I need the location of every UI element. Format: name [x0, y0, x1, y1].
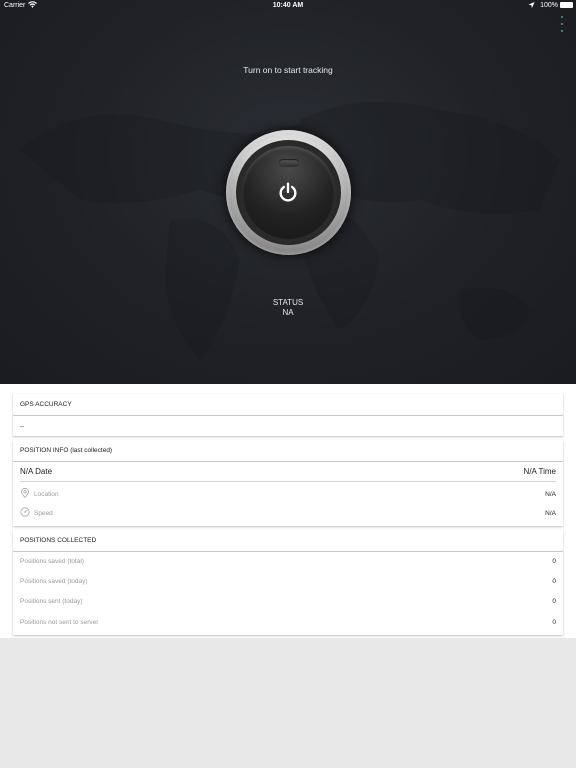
positions-row-label: Positions saved (total) — [20, 558, 84, 565]
position-time: N/A Time — [523, 467, 556, 476]
status-value: NA — [282, 308, 294, 317]
positions-row-value: 0 — [552, 558, 556, 565]
tracking-hero: Turn on to start tracking STATUS NA — [0, 0, 576, 384]
speed-label: Speed — [34, 510, 53, 517]
position-date: N/A Date — [20, 467, 53, 476]
positions-collected-card: POSITIONS COLLECTED Positions saved (tot… — [13, 530, 563, 635]
power-toggle-button[interactable] — [226, 130, 351, 255]
power-icon — [279, 182, 297, 202]
positions-row-value: 0 — [552, 578, 556, 585]
speedometer-icon — [20, 507, 30, 517]
speed-value: N/A — [545, 510, 556, 517]
gps-accuracy-value: -- — [20, 423, 25, 430]
tracking-details: GPS ACCURACY -- POSITION INFO (last coll… — [0, 384, 576, 638]
divider — [20, 481, 556, 482]
positions-row-label: Positions not sent to server — [20, 619, 99, 626]
power-indicator-light — [279, 159, 299, 167]
positions-row-label: Positions sent (today) — [20, 598, 83, 605]
gps-accuracy-card: GPS ACCURACY -- — [13, 394, 563, 436]
positions-row-label: Positions saved (today) — [20, 578, 88, 585]
status-label: STATUS — [272, 298, 304, 307]
tracking-prompt: Turn on to start tracking — [243, 65, 333, 75]
location-value: N/A — [545, 491, 556, 498]
location-label: Location — [34, 491, 59, 498]
battery-icon — [560, 2, 573, 8]
clock: 10:40 AM — [272, 2, 304, 9]
positions-collected-header: POSITIONS COLLECTED — [20, 537, 97, 544]
gps-accuracy-header: GPS ACCURACY — [20, 401, 72, 408]
more-options-icon[interactable] — [558, 16, 566, 32]
position-info-card: POSITION INFO (last collected) N/A Date … — [13, 440, 563, 526]
location-pin-icon — [21, 488, 29, 498]
battery-percentage: 100% — [540, 2, 558, 9]
empty-background — [0, 638, 576, 768]
position-info-header: POSITION INFO (last collected) — [20, 447, 113, 454]
ios-status-bar: Carrier 10:40 AM 100% — [0, 0, 576, 12]
location-arrow-icon — [528, 1, 535, 9]
positions-row-value: 0 — [552, 598, 556, 605]
positions-row-value: 0 — [552, 619, 556, 626]
